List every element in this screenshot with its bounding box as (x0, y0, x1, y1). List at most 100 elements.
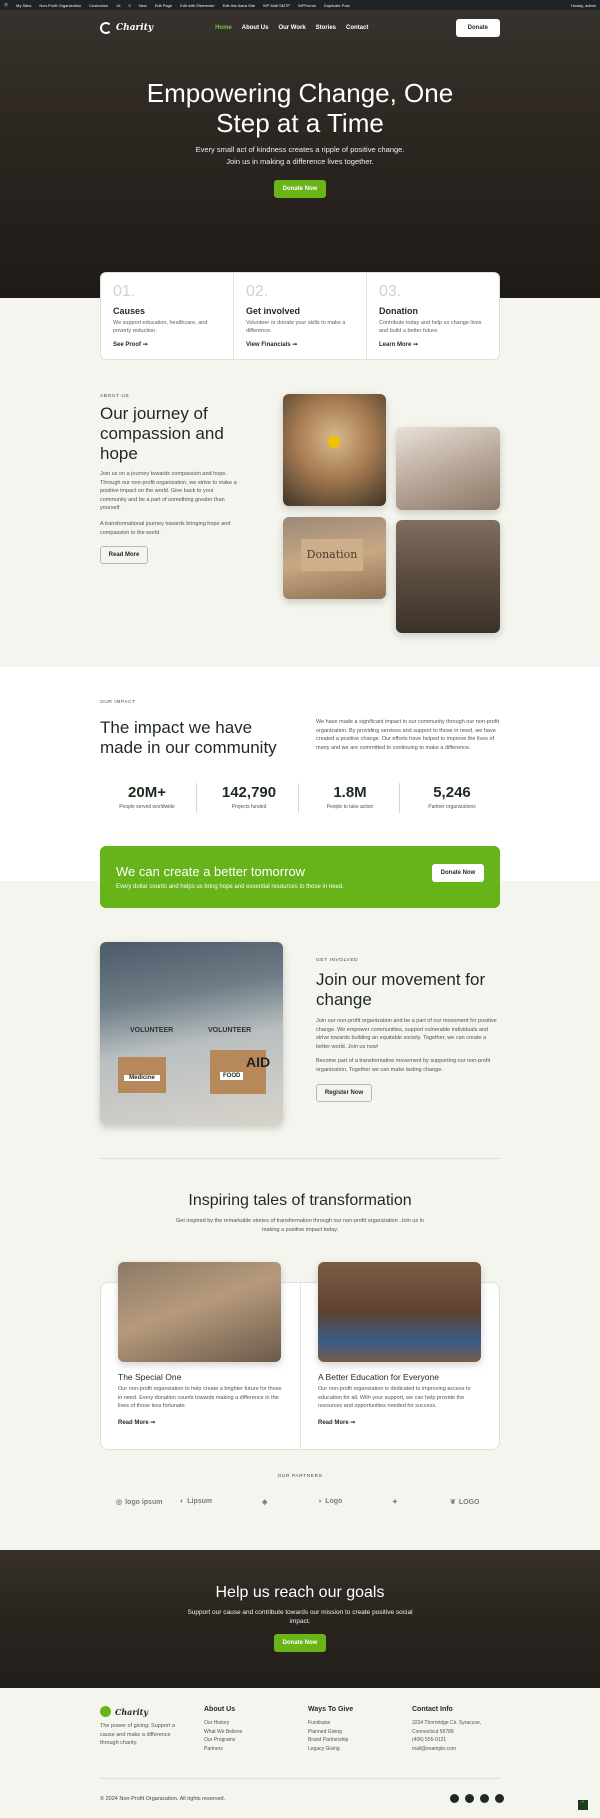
volunteers-boxes-photo: VOLUNTEER VOLUNTEER Medicine AID FOOD (100, 942, 283, 1125)
feature-link-label: Learn More (379, 342, 412, 348)
footer-col: Contact Info 3234 Thornridge Cir. Syracus… (412, 1706, 481, 1753)
partner-logo: ◗ Logo (318, 1498, 342, 1505)
instagram-icon[interactable] (480, 1794, 489, 1803)
diamond-logo-icon: ◈ (262, 1499, 268, 1506)
admin-user[interactable]: Howdy, admin (571, 3, 596, 8)
goals-donate-button[interactable]: Donate Now (274, 1634, 326, 1652)
about-read-more-button[interactable]: Read More (100, 546, 148, 564)
footer-link[interactable]: Legacy Giving (308, 1745, 353, 1754)
chevron-up-icon: ⌃ (580, 1801, 586, 1808)
admin-item[interactable]: Edit with Elementor (180, 3, 214, 8)
section-divider (100, 1158, 500, 1159)
nav-donate-button[interactable]: Donate (455, 19, 500, 37)
stat-divider (196, 783, 197, 813)
footer-contact[interactable]: (406) 555-0121 (412, 1736, 481, 1745)
footer-col: Ways To Give Fundraise Planned Giving Brand… (308, 1706, 353, 1753)
admin-item[interactable]: Duplicate Post (324, 3, 350, 8)
admin-item[interactable]: Customize (89, 3, 108, 8)
about-text: Join us on a journey towards compassion … (100, 471, 237, 511)
education-photo (318, 1262, 481, 1362)
footer-link[interactable]: Our Programs (204, 1736, 242, 1745)
footer-link[interactable]: Brand Partnership (308, 1736, 353, 1745)
footer-link[interactable]: What We Believe (204, 1728, 242, 1737)
register-button[interactable]: Register Now (316, 1084, 372, 1102)
feature-link[interactable]: Learn More ➞ (379, 341, 487, 348)
stat-divider (399, 783, 400, 813)
feature-link-label: See Proof (113, 342, 142, 348)
feature-link[interactable]: See Proof ➞ (113, 341, 221, 348)
footer-link[interactable]: Planned Giving (308, 1728, 353, 1737)
food-label: FOOD (220, 1072, 244, 1080)
stat: 142,790 Projects funded (199, 784, 299, 810)
admin-item[interactable]: WP Mail SMTP (263, 3, 290, 8)
wp-logo-icon[interactable]: ⓦ (4, 2, 8, 8)
footer-contact: Connecticut 56789 (412, 1728, 454, 1735)
arrow-right-icon: ➞ (413, 342, 419, 348)
footer-divider (100, 1778, 500, 1779)
admin-item[interactable]: Edit Page (155, 3, 172, 8)
footer-contact[interactable]: mail@example.com (412, 1745, 481, 1754)
scroll-top-button[interactable]: ⌃ (578, 1800, 588, 1810)
medicine-box: Medicine (118, 1057, 166, 1093)
arrow-right-icon: ➞ (350, 1420, 356, 1426)
admin-item[interactable]: WPForms (298, 3, 316, 8)
admin-item[interactable]: 0 (129, 3, 131, 8)
admin-item[interactable]: New (139, 3, 147, 8)
footer-col-title: Ways To Give (308, 1706, 354, 1713)
arrow-right-icon: ➞ (150, 1420, 156, 1426)
impact-text: We have made a significant impact in our… (316, 719, 500, 751)
aid-label: AID (246, 1054, 271, 1070)
facebook-icon[interactable] (450, 1794, 459, 1803)
stat-label: People served worldwide (119, 804, 175, 810)
stories-title: Inspiring tales of transformation (188, 1192, 412, 1209)
partner-logo-text: Lipsum (187, 1498, 213, 1505)
footer-tagline: The power of giving: Support a cause and… (100, 1723, 175, 1746)
star-logo-icon: ✦ (392, 1499, 398, 1506)
logo-text: Charity (116, 23, 154, 33)
nav-contact[interactable]: Contact (346, 25, 368, 31)
cta-banner: We can create a better tomorrow Every do… (100, 846, 500, 908)
hero-donate-button[interactable]: Donate Now (274, 180, 326, 198)
impact-eyebrow: OUR IMPACT (100, 700, 136, 705)
donation-sign: Donation (301, 539, 363, 571)
nav-home[interactable]: Home (215, 25, 232, 31)
footer-col-title: Contact Info (412, 1706, 453, 1713)
hands-flower-photo (283, 394, 386, 506)
hero-title-line: Step at a Time (216, 108, 384, 138)
menu: Home About Us Our Work Stories Contact (215, 25, 368, 31)
partner-logo: ◎ logo ipsum (116, 1498, 162, 1507)
story-text: Our non-profit organization to help crea… (118, 1386, 282, 1409)
nav-about[interactable]: About Us (242, 25, 269, 31)
nav-stories[interactable]: Stories (316, 25, 336, 31)
footer-link[interactable]: Partners (204, 1745, 242, 1754)
hero-sub-line: Every small act of kindness creates a ri… (195, 145, 405, 154)
donation-box-photo: Donation (283, 517, 386, 599)
footer-link[interactable]: Our History (204, 1719, 242, 1728)
feature-link[interactable]: View Financials ➞ (246, 341, 354, 348)
admin-item[interactable]: Non-Profit Organization (39, 3, 81, 8)
admin-item[interactable]: 16 (116, 3, 120, 8)
admin-item[interactable]: Edit this Astra Site (223, 3, 255, 8)
footer-link[interactable]: Fundraise (308, 1719, 353, 1728)
social-links (450, 1794, 504, 1803)
leaf-logo-icon: ❦ (450, 1499, 456, 1506)
site-logo[interactable]: Charity (100, 22, 153, 34)
goals-section: Help us reach our goals Support our caus… (0, 1550, 600, 1688)
footer-logo[interactable]: Charity (100, 1706, 148, 1717)
nav-work[interactable]: Our Work (278, 25, 305, 31)
about-text-2: A transformational journey towards bring… (100, 521, 231, 536)
feature-card: 03. Donation Contribute today and help us … (367, 273, 499, 359)
story-read-more-link[interactable]: Read More ➞ (118, 1419, 155, 1426)
twitter-icon[interactable] (465, 1794, 474, 1803)
banner-donate-button[interactable]: Donate Now (432, 864, 484, 882)
story-title: The Special One (118, 1372, 182, 1382)
admin-item[interactable]: My Sites (16, 3, 31, 8)
admin-bar: ⓦ My Sites Non-Profit Organization Custo… (0, 0, 600, 10)
logo-icon (100, 22, 112, 34)
stat-value: 5,246 (433, 784, 471, 801)
story-read-more-link[interactable]: Read More ➞ (318, 1419, 355, 1426)
arrow-right-icon: ➞ (142, 342, 148, 348)
feature-number: 02. (246, 283, 269, 300)
youtube-icon[interactable] (495, 1794, 504, 1803)
volunteers-photo (396, 427, 500, 510)
